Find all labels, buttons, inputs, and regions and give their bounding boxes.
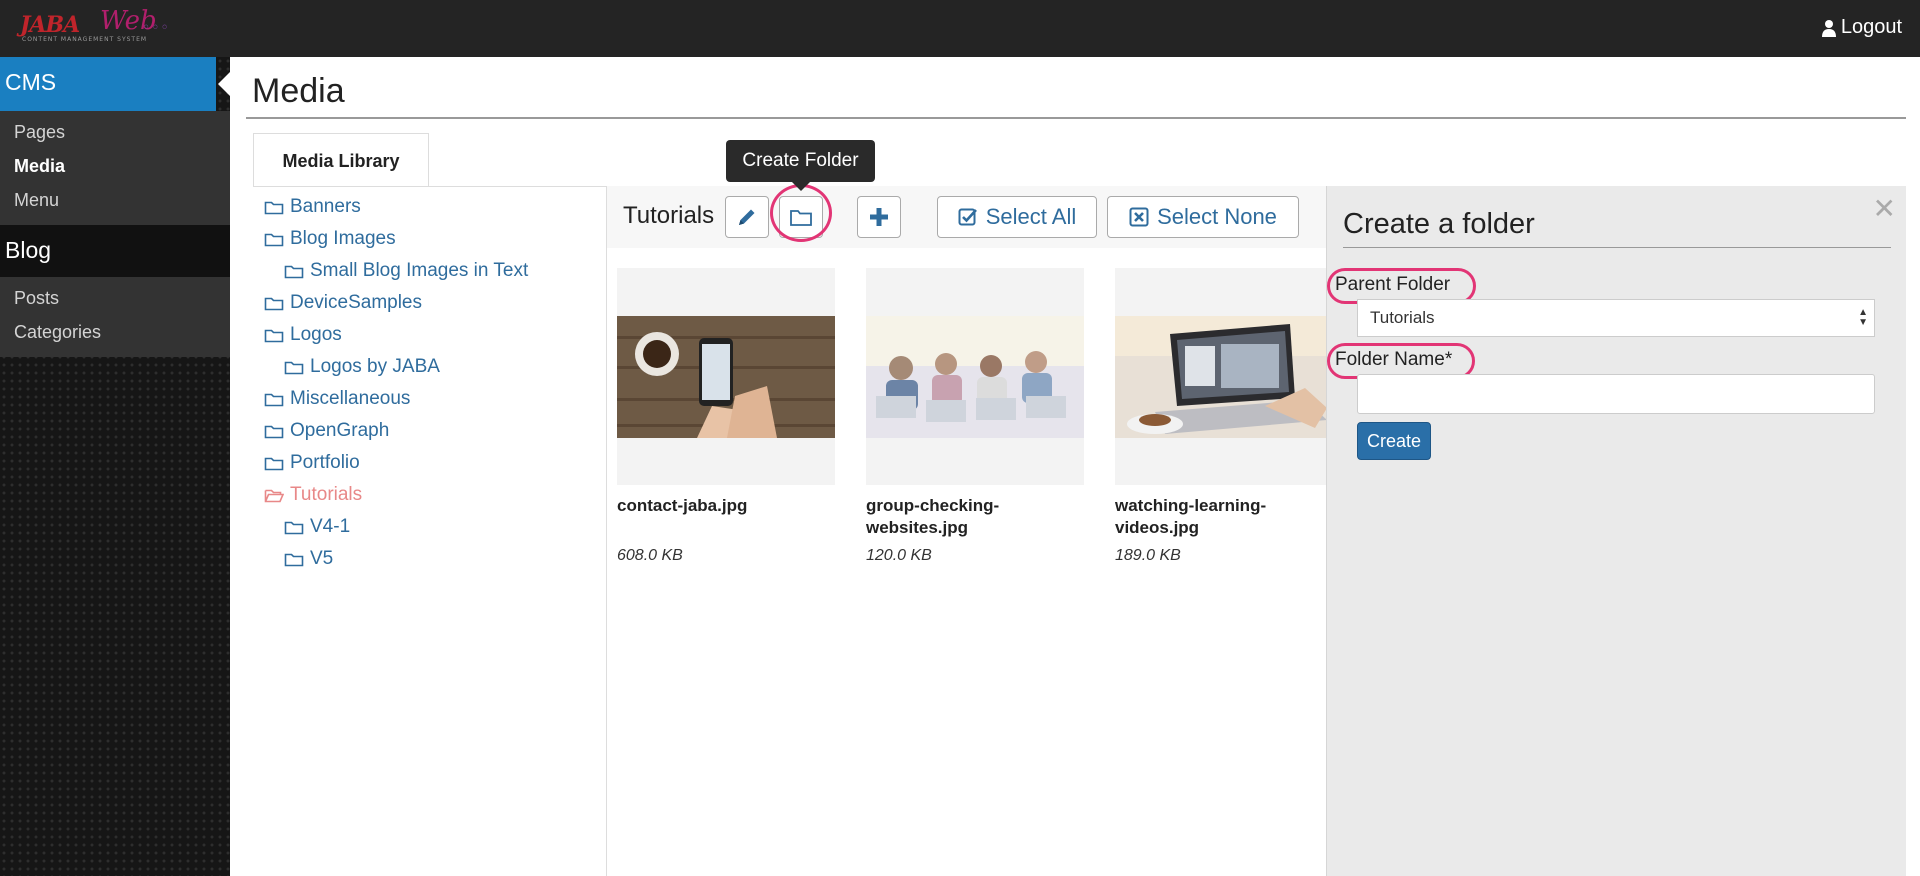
current-folder-label: Tutorials bbox=[623, 202, 715, 229]
logo[interactable]: JABA Web ◦◦◦ CONTENT MANAGEMENT SYSTEM bbox=[14, 6, 174, 52]
thumbnail-image-group-laptops bbox=[866, 316, 1084, 438]
media-card[interactable]: watching-learning-videos.jpg 189.0 KB bbox=[1115, 268, 1327, 565]
folder-icon bbox=[284, 361, 304, 375]
media-card[interactable]: group-checking-websites.jpg 120.0 KB bbox=[866, 268, 1084, 565]
logo-mark: JABA bbox=[20, 12, 80, 38]
tree-folder-v5[interactable]: V5 bbox=[284, 548, 333, 570]
tree-folder-label: V4-1 bbox=[310, 516, 351, 537]
rename-folder-button[interactable] bbox=[725, 196, 769, 238]
tree-folder-label: OpenGraph bbox=[290, 420, 390, 441]
tree-folder-label: Small Blog Images in Text bbox=[310, 260, 529, 281]
logout-link[interactable]: Logout bbox=[1821, 16, 1902, 39]
tree-folder-banners[interactable]: Banners bbox=[264, 196, 361, 218]
tree-folder-label: DeviceSamples bbox=[290, 292, 422, 313]
top-bar: JABA Web ◦◦◦ CONTENT MANAGEMENT SYSTEM L… bbox=[0, 0, 1920, 57]
create-folder-tooltip: Create Folder bbox=[726, 140, 875, 191]
tree-folder-portfolio[interactable]: Portfolio bbox=[264, 452, 360, 474]
tree-folder-label: Portfolio bbox=[290, 452, 360, 473]
title-divider bbox=[246, 117, 1906, 119]
folder-icon bbox=[284, 521, 304, 535]
plus-icon bbox=[870, 208, 888, 226]
sidebar-item-menu[interactable]: Menu bbox=[0, 183, 230, 217]
pencil-icon bbox=[739, 209, 755, 225]
tree-folder-label: V5 bbox=[310, 548, 334, 569]
folder-open-icon bbox=[264, 489, 284, 503]
sidebar-item-posts[interactable]: Posts bbox=[0, 281, 230, 315]
select-all-button[interactable]: Select All bbox=[937, 196, 1097, 238]
close-icon[interactable]: ✕ bbox=[1873, 192, 1896, 225]
sidebar-item-categories[interactable]: Categories bbox=[0, 315, 230, 349]
folder-name-input[interactable] bbox=[1357, 374, 1875, 414]
parent-folder-select[interactable]: Tutorials ▲ ▼ bbox=[1357, 299, 1875, 337]
sidebar-item-pages[interactable]: Pages bbox=[0, 115, 230, 149]
media-filename: watching-learning-videos.jpg bbox=[1115, 496, 1267, 537]
check-square-icon bbox=[958, 208, 977, 226]
media-thumbnail[interactable] bbox=[617, 268, 835, 485]
create-folder-highlight bbox=[770, 184, 832, 242]
logo-tagline: CONTENT MANAGEMENT SYSTEM bbox=[22, 36, 148, 43]
sidebar-section-cms[interactable]: CMS bbox=[0, 57, 232, 111]
logout-label: Logout bbox=[1840, 16, 1902, 38]
media-filename: contact-jaba.jpg bbox=[617, 496, 748, 515]
tree-folder-tutorials[interactable]: Tutorials bbox=[264, 484, 362, 506]
folder-icon bbox=[264, 393, 284, 407]
select-none-label: Select None bbox=[1157, 204, 1277, 229]
select-none-button[interactable]: Select None bbox=[1107, 196, 1299, 238]
folder-icon bbox=[264, 329, 284, 343]
folder-icon bbox=[284, 265, 304, 279]
create-folder-panel: ✕ Create a folder Parent Folder Tutorial… bbox=[1326, 186, 1906, 876]
tree-folder-label: Blog Images bbox=[290, 228, 396, 249]
x-square-icon bbox=[1129, 207, 1149, 227]
create-folder-title: Create a folder bbox=[1343, 208, 1535, 240]
logo-dots-icon: ◦◦◦ bbox=[142, 20, 170, 36]
media-thumbnail[interactable] bbox=[866, 268, 1084, 485]
tree-folder-label: Tutorials bbox=[290, 484, 363, 505]
media-card[interactable]: contact-jaba.jpg 608.0 KB bbox=[617, 268, 835, 565]
user-icon bbox=[1821, 19, 1836, 37]
folder-icon bbox=[264, 201, 284, 215]
select-all-label: Select All bbox=[985, 204, 1077, 229]
upload-button[interactable] bbox=[857, 196, 901, 238]
media-toolbar: Tutorials Select All Select None bbox=[607, 184, 1327, 248]
media-filesize: 189.0 KB bbox=[1115, 547, 1181, 564]
tree-folder-devicesamples[interactable]: DeviceSamples bbox=[264, 292, 422, 314]
sidebar-group-cms: Pages Media Menu bbox=[0, 111, 230, 225]
tree-folder-label: Logos bbox=[290, 324, 342, 345]
media-filesize: 120.0 KB bbox=[866, 547, 932, 564]
tree-folder-miscellaneous[interactable]: Miscellaneous bbox=[264, 388, 410, 410]
folder-icon bbox=[284, 553, 304, 567]
folder-icon bbox=[264, 457, 284, 471]
tree-folder-small-blog-images[interactable]: Small Blog Images in Text bbox=[284, 260, 528, 282]
media-panel: Tutorials Select All Select None contact… bbox=[606, 184, 1327, 876]
select-arrows-icon: ▲ ▼ bbox=[1858, 307, 1868, 328]
parent-folder-value: Tutorials bbox=[1370, 308, 1435, 327]
tree-folder-opengraph[interactable]: OpenGraph bbox=[264, 420, 389, 442]
tree-folder-label: Banners bbox=[290, 196, 361, 217]
folder-icon bbox=[264, 425, 284, 439]
tab-media-library[interactable]: Media Library bbox=[253, 133, 429, 186]
media-filename: group-checking-websites.jpg bbox=[866, 496, 1000, 537]
thumbnail-image-phone-coffee bbox=[617, 316, 835, 438]
tree-folder-blog-images[interactable]: Blog Images bbox=[264, 228, 396, 250]
sidebar-item-media[interactable]: Media bbox=[0, 149, 230, 183]
page-title: Media bbox=[252, 72, 345, 110]
tree-folder-logos[interactable]: Logos bbox=[264, 324, 342, 346]
media-filesize: 608.0 KB bbox=[617, 547, 683, 564]
thumbnail-image-laptop-coffee bbox=[1115, 316, 1327, 438]
tree-folder-logos-by-jaba[interactable]: Logos by JABA bbox=[284, 356, 440, 378]
create-button[interactable]: Create bbox=[1357, 422, 1431, 460]
tree-folder-label: Miscellaneous bbox=[290, 388, 411, 409]
sidebar-section-blog[interactable]: Blog bbox=[0, 225, 230, 277]
folder-icon bbox=[264, 297, 284, 311]
sidebar: CMS Pages Media Menu Blog Posts Categori… bbox=[0, 57, 232, 876]
create-folder-divider bbox=[1343, 247, 1891, 248]
tree-folder-v4-1[interactable]: V4-1 bbox=[284, 516, 350, 538]
sidebar-group-blog: Posts Categories bbox=[0, 277, 230, 357]
media-thumbnail[interactable] bbox=[1115, 268, 1327, 485]
tree-folder-label: Logos by JABA bbox=[310, 356, 440, 377]
folder-icon bbox=[264, 233, 284, 247]
